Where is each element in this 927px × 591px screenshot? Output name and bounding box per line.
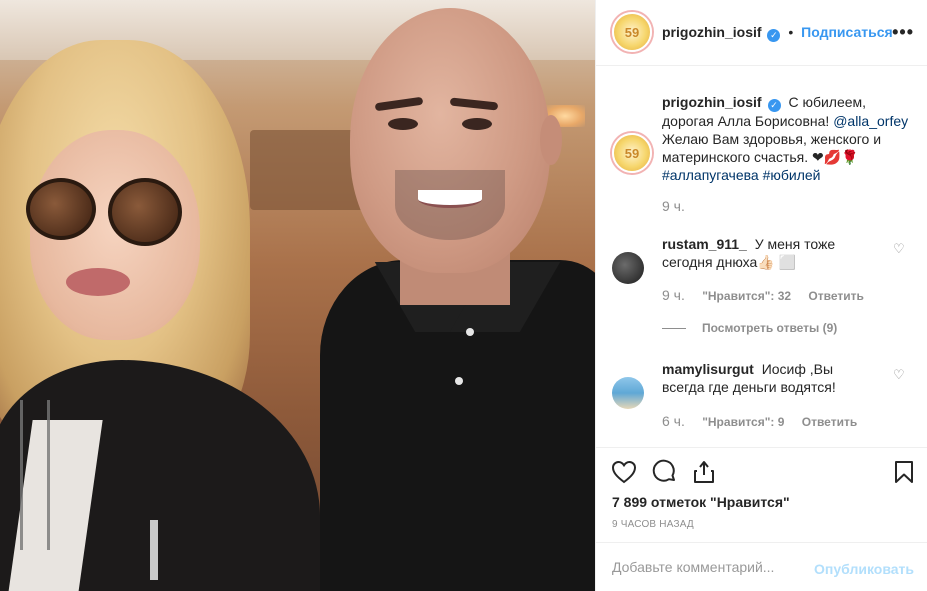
comment-reply-button[interactable]: Ответить — [802, 415, 857, 429]
caption-author-avatar[interactable]: 59 — [612, 133, 652, 173]
comment-avatar[interactable] — [612, 252, 644, 284]
photo-woman-lips — [66, 268, 130, 296]
comment-likes-count[interactable]: "Нравится": 9 — [702, 415, 784, 429]
caption-avatar-badge-text: 59 — [624, 145, 640, 161]
comment-item: rustam_911_ У меня тоже сегодня днюха👍🏻 … — [662, 235, 872, 271]
caption-mention-link[interactable]: @alla_orfey — [833, 113, 908, 129]
post-timestamp[interactable]: 9 часов назад — [612, 519, 694, 530]
follow-button[interactable]: Подписаться — [801, 24, 893, 40]
add-comment-input[interactable] — [612, 559, 812, 575]
likes-count[interactable]: 7 899 отметок "Нравится" — [612, 494, 790, 510]
comment-meta: 9 ч. "Нравится": 32 Ответить — [662, 287, 878, 303]
view-replies-label: Посмотреть ответы (9) — [702, 321, 838, 335]
post-header: 59 prigozhin_iosif ✓ • Подписаться ••• — [596, 0, 927, 66]
comment-username[interactable]: mamylisurgut — [662, 361, 754, 377]
comment-meta: 6 ч. "Нравится": 9 Ответить — [662, 413, 871, 429]
header-username[interactable]: prigozhin_iosif — [662, 24, 762, 40]
photo-man-eye-right — [462, 118, 492, 130]
comment-like-heart-icon[interactable]: ♡ — [893, 368, 905, 381]
avatar-badge-text: 59 — [624, 24, 640, 40]
caption-username[interactable]: prigozhin_iosif — [662, 94, 762, 110]
comment-avatar[interactable] — [612, 377, 644, 409]
caption-emoji: ❤💋🌹 — [812, 149, 859, 165]
comment-username[interactable]: rustam_911_ — [662, 236, 747, 252]
photo-shirt-button — [466, 328, 474, 336]
view-replies-button[interactable]: Посмотреть ответы (9) — [662, 321, 837, 335]
photo-man-ear — [540, 115, 562, 165]
separator-dot: • — [788, 24, 794, 40]
post-actions-bar — [596, 447, 927, 495]
photo-sunglasses-right — [108, 178, 182, 246]
share-icon[interactable] — [690, 458, 718, 486]
replies-divider-line — [662, 328, 686, 330]
comment-reply-button[interactable]: Ответить — [808, 289, 863, 303]
photo-shirt-button — [455, 377, 463, 385]
verified-badge-icon: ✓ — [767, 29, 781, 42]
post-caption: prigozhin_iosif ✓ С юбилеем, дорогая Алла… — [662, 93, 912, 184]
photo-sunglasses-left — [26, 178, 96, 240]
post-photo[interactable] — [0, 0, 595, 591]
comment-item: mamylisurgut Иосиф ,Вы всегда где деньги… — [662, 360, 877, 396]
photo-necklace — [20, 400, 50, 550]
comment-likes-count[interactable]: "Нравится": 32 — [702, 289, 791, 303]
comment-like-heart-icon[interactable]: ♡ — [893, 242, 905, 255]
post-side-panel: 59 prigozhin_iosif ✓ • Подписаться ••• 5… — [595, 0, 927, 591]
comment-time[interactable]: 9 ч. — [662, 287, 685, 303]
photo-man-smile — [418, 190, 482, 208]
hashtag-link[interactable]: #аллапугачева — [662, 167, 759, 183]
photo-zipper — [150, 520, 158, 580]
add-comment-row: Опубликовать — [596, 542, 927, 591]
more-options-icon[interactable]: ••• — [892, 22, 914, 43]
comment-time[interactable]: 6 ч. — [662, 413, 685, 429]
publish-button[interactable]: Опубликовать — [814, 561, 914, 577]
caption-time[interactable]: 9 ч. — [662, 198, 685, 214]
comment-bubble-icon[interactable] — [650, 458, 678, 486]
author-avatar[interactable]: 59 — [612, 12, 652, 52]
hashtag-link[interactable]: #юбилей — [763, 167, 821, 183]
caption-verified-icon: ✓ — [767, 99, 781, 112]
header-user-line: prigozhin_iosif ✓ • Подписаться — [662, 24, 893, 42]
save-bookmark-icon[interactable] — [890, 458, 918, 486]
like-heart-icon[interactable] — [610, 458, 638, 486]
photo-man-eye-left — [388, 118, 418, 130]
